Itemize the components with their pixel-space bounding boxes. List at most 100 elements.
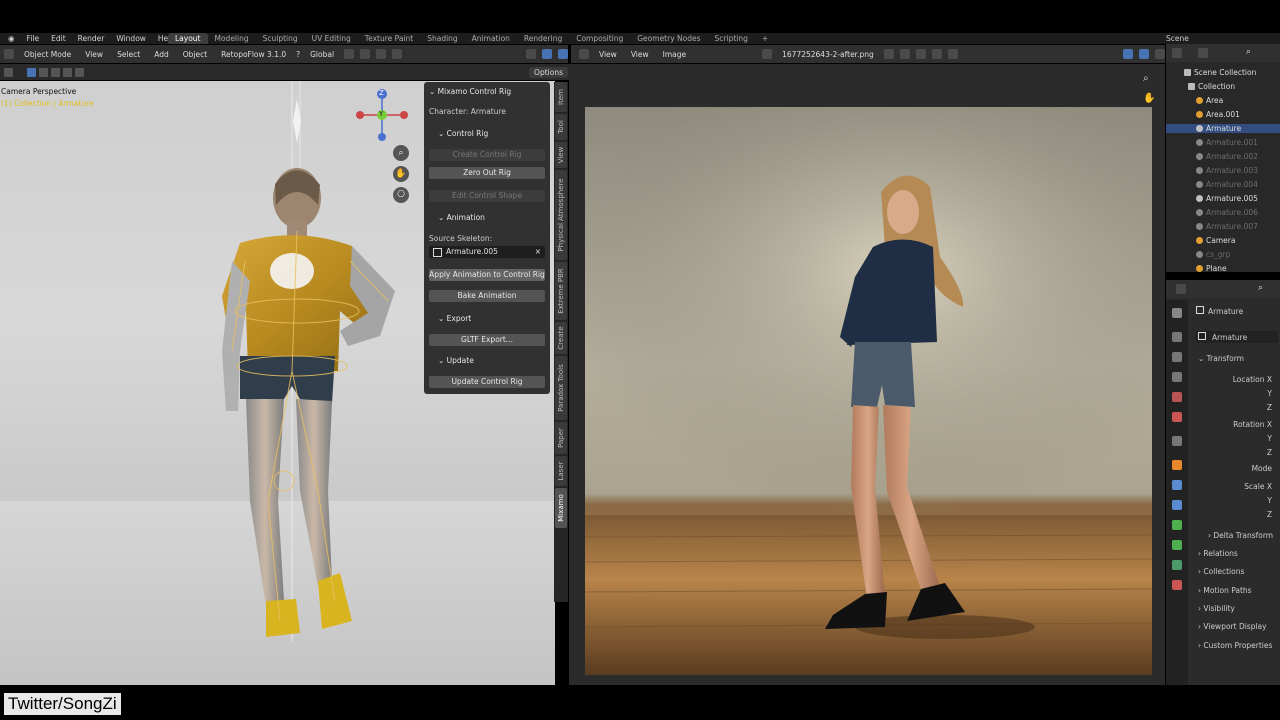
select-subtract-icon[interactable]: [51, 67, 60, 77]
scale-z-label[interactable]: Z: [1200, 510, 1272, 519]
menu-object[interactable]: Object: [179, 49, 211, 60]
rotation-x-label[interactable]: Rotation X: [1200, 420, 1272, 429]
proportional-edit-icon[interactable]: [376, 49, 387, 59]
output-tab-icon[interactable]: [1172, 352, 1182, 362]
motion-paths-section[interactable]: › Motion Paths: [1198, 586, 1252, 595]
outliner-item[interactable]: Camera: [1196, 236, 1235, 245]
menu-window[interactable]: Window: [110, 33, 152, 44]
location-x-label[interactable]: Location X: [1200, 375, 1272, 384]
image-editor-type-icon[interactable]: [579, 49, 589, 59]
visibility-section[interactable]: › Visibility: [1198, 604, 1235, 613]
texture-tab-icon[interactable]: [1172, 580, 1182, 590]
select-tool-icon[interactable]: [4, 67, 13, 77]
display-mode-icon[interactable]: [1198, 48, 1208, 58]
retopoflow-menu[interactable]: RetopoFlow 3.1.0: [217, 49, 290, 60]
delta-transform-section[interactable]: › Delta Transform: [1208, 531, 1273, 540]
location-z-label[interactable]: Z: [1200, 403, 1272, 412]
clear-field-icon[interactable]: ×: [535, 246, 541, 258]
navigation-gizmo[interactable]: [352, 87, 416, 147]
tool-tab-icon[interactable]: [1172, 308, 1182, 318]
outliner-item[interactable]: Plane: [1196, 264, 1227, 273]
create-control-rig-button[interactable]: Create Control Rig: [429, 149, 545, 161]
gizmo-toggle-icon[interactable]: [542, 49, 552, 59]
rotation-z-label[interactable]: Z: [1200, 448, 1272, 457]
relations-section[interactable]: › Relations: [1198, 549, 1238, 558]
tab-animation[interactable]: Animation: [465, 33, 517, 44]
tab-tool[interactable]: Tool: [555, 114, 567, 140]
image-filename-field[interactable]: 1677252643-2-after.png: [778, 49, 878, 60]
data-tab-icon[interactable]: [1172, 560, 1182, 570]
animation-section[interactable]: ⌄ Animation: [438, 213, 485, 222]
tab-physical-atmosphere[interactable]: Physical Atmosphere: [555, 170, 567, 260]
outliner-item[interactable]: Armature: [1166, 124, 1280, 133]
tab-paper[interactable]: Paper: [555, 422, 567, 454]
pan-hand-icon[interactable]: ✋: [393, 166, 409, 182]
location-y-label[interactable]: Y: [1200, 389, 1272, 398]
physics-tab-icon[interactable]: [1172, 520, 1182, 530]
edit-control-shape-button[interactable]: Edit Control Shape: [429, 190, 545, 202]
scene-collection-item[interactable]: Scene Collection: [1184, 68, 1256, 77]
tab-compositing[interactable]: Compositing: [569, 33, 630, 44]
blender-logo-icon[interactable]: ◉: [2, 33, 21, 44]
export-section[interactable]: ⌄ Export: [438, 314, 471, 323]
tab-scripting[interactable]: Scripting: [708, 33, 755, 44]
tab-uv-editing[interactable]: UV Editing: [305, 33, 358, 44]
outliner-item[interactable]: Armature.007: [1196, 222, 1258, 231]
tab-create[interactable]: Create: [555, 322, 567, 354]
menu-add[interactable]: Add: [150, 49, 173, 60]
modifier-tab-icon[interactable]: [1172, 480, 1182, 490]
update-section[interactable]: ⌄ Update: [438, 356, 474, 365]
transform-section[interactable]: ⌄ Transform: [1198, 354, 1244, 363]
viewport-display-section[interactable]: › Viewport Display: [1198, 622, 1267, 631]
image-overlay-icon[interactable]: [1139, 49, 1149, 59]
menu-edit[interactable]: Edit: [45, 33, 72, 44]
new-image-icon[interactable]: [899, 49, 910, 59]
source-skeleton-field[interactable]: Armature.005 ×: [429, 246, 545, 258]
control-rig-section[interactable]: ⌄ Control Rig: [438, 129, 488, 138]
tab-layout[interactable]: Layout: [168, 33, 208, 44]
menu-render[interactable]: Render: [72, 33, 111, 44]
falloff-icon[interactable]: [392, 49, 403, 59]
collection-tab-icon[interactable]: [1172, 436, 1182, 446]
zero-out-rig-button[interactable]: Zero Out Rig: [429, 167, 545, 179]
image-gizmo-icon[interactable]: [1123, 49, 1133, 59]
open-image-icon[interactable]: [915, 49, 926, 59]
world-tab-icon[interactable]: [1172, 412, 1182, 422]
select-intersect-icon[interactable]: [75, 67, 84, 77]
custom-properties-section[interactable]: › Custom Properties: [1198, 641, 1272, 650]
camera-view-icon[interactable]: ⎔: [393, 187, 409, 203]
outliner-type-icon[interactable]: [1172, 48, 1182, 58]
collection-item[interactable]: Collection: [1188, 82, 1235, 91]
outliner-item[interactable]: Area.001: [1196, 110, 1240, 119]
rotation-y-label[interactable]: Y: [1200, 434, 1272, 443]
menu-view[interactable]: View: [81, 49, 107, 60]
select-box-icon[interactable]: [27, 67, 36, 77]
tab-texture-paint[interactable]: Texture Paint: [358, 33, 420, 44]
tab-mixamo[interactable]: Mixamo: [555, 488, 567, 528]
image-display-icon[interactable]: [1155, 49, 1165, 59]
pin-icon[interactable]: [947, 49, 958, 59]
rotation-mode-label[interactable]: Mode: [1200, 464, 1272, 473]
add-workspace-button[interactable]: +: [755, 33, 775, 44]
fake-user-icon[interactable]: [883, 49, 894, 59]
scene-tab-icon[interactable]: [1172, 392, 1182, 402]
scale-y-label[interactable]: Y: [1200, 496, 1272, 505]
image-browse-icon[interactable]: [762, 49, 773, 59]
object-mode-dropdown[interactable]: Object Mode: [20, 49, 75, 60]
outliner-item[interactable]: Armature.004: [1196, 180, 1258, 189]
menu-select[interactable]: Select: [113, 49, 144, 60]
image-menu-view[interactable]: View: [627, 49, 653, 60]
tab-rendering[interactable]: Rendering: [517, 33, 569, 44]
tab-view[interactable]: View: [555, 142, 567, 168]
help-icon[interactable]: ?: [296, 50, 300, 59]
outliner-item[interactable]: Armature.002: [1196, 152, 1258, 161]
particles-tab-icon[interactable]: [1172, 500, 1182, 510]
apply-animation-button[interactable]: Apply Animation to Control Rig: [429, 269, 545, 281]
outliner-item[interactable]: Armature.003: [1196, 166, 1258, 175]
outliner-search-icon[interactable]: ⌕: [1246, 47, 1251, 57]
properties-search-icon[interactable]: ⌕: [1258, 283, 1263, 293]
image-pan-icon[interactable]: ✋: [1143, 93, 1155, 104]
collections-section[interactable]: › Collections: [1198, 567, 1244, 576]
outliner-item[interactable]: Armature.005: [1196, 194, 1258, 203]
snap-icon[interactable]: [360, 49, 371, 59]
